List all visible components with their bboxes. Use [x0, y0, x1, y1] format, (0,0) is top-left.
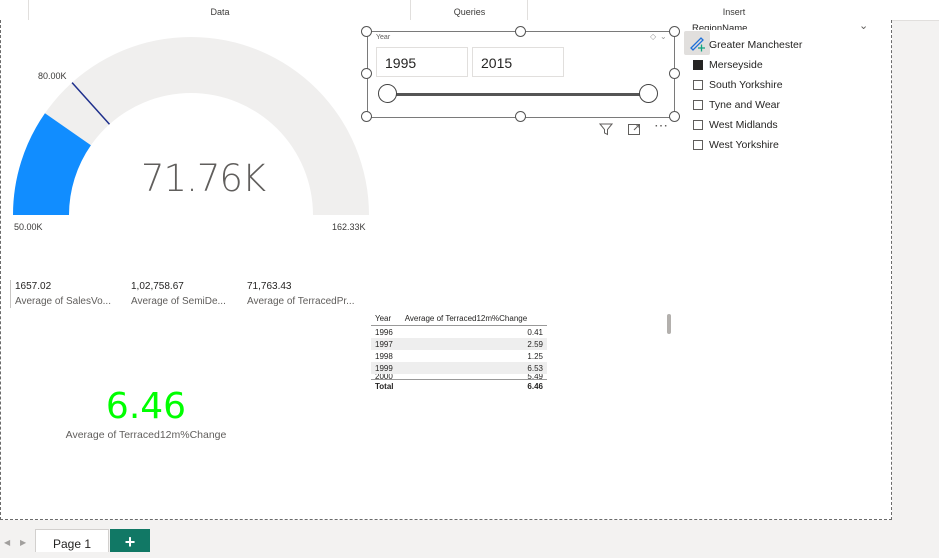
format-visual-button[interactable] [684, 31, 710, 55]
region-item-west-yorkshire[interactable]: West Yorkshire [693, 139, 779, 151]
checkbox[interactable] [693, 140, 703, 150]
card-label: Average of Terraced12m%Change [65, 429, 227, 441]
year-range-track[interactable] [386, 93, 650, 96]
resize-handle-bottom[interactable] [515, 111, 526, 122]
checkbox[interactable] [693, 100, 703, 110]
region-item-label: Greater Manchester [709, 39, 803, 51]
table-total-value: 6.46 [400, 379, 547, 392]
ribbon-group-data: Data [28, 0, 411, 20]
table-header-terraced-change[interactable]: Average of Terraced12m%Change [400, 312, 547, 326]
gauge-target-label: 80.00K [38, 71, 67, 81]
table-cell-year: 1996 [375, 327, 393, 337]
year-end-input[interactable]: 2015 [472, 47, 564, 77]
resize-handle-bottom-left[interactable] [361, 111, 372, 122]
table-cell-value: 6.53 [400, 362, 547, 374]
add-page-button[interactable]: + [110, 529, 150, 552]
gauge-visual[interactable] [1, 20, 381, 235]
page-tab-bar: ◀ ▶ Page 1 + [0, 526, 939, 552]
kpi-value-semidetached: 1,02,758.67 [131, 281, 184, 292]
table-row[interactable]: 1997 2.59 [371, 338, 547, 350]
checkbox-checked[interactable] [693, 60, 703, 70]
table-cell-value: 0.41 [527, 327, 543, 337]
scrollbar-thumb[interactable] [667, 314, 671, 334]
eraser-icon[interactable]: ◇ [650, 32, 656, 41]
kpi-value-terraced-price: 71,763.43 [247, 281, 292, 292]
gauge-min-label: 50.00K [14, 222, 43, 232]
table-header-year[interactable]: Year [371, 312, 401, 326]
kpi-label-salesvolume: Average of SalesVo... [15, 296, 111, 307]
table-cell-year: 1997 [371, 338, 401, 350]
table-row[interactable]: 1996 0.41 [371, 326, 547, 339]
ribbon-group-queries: Queries [410, 0, 528, 20]
region-chevron-down-icon[interactable]: ⌄ [859, 19, 868, 32]
gauge-max-label: 162.33K [332, 222, 366, 232]
card-accent-bar [10, 280, 11, 308]
table-cell-year: 1998 [375, 351, 393, 361]
table-cell-value: 2.59 [400, 338, 547, 350]
kpi-label-semidetached: Average of SemiDe... [131, 296, 226, 307]
more-options-icon[interactable]: ⋯ [654, 117, 669, 134]
table-header-row: Year Average of Terraced12m%Change [371, 312, 547, 326]
tab-prev-icon[interactable]: ◀ [4, 538, 10, 547]
resize-handle-right[interactable] [669, 68, 680, 79]
region-item-label: West Midlands [709, 119, 778, 131]
region-item-label: Merseyside [709, 59, 763, 71]
checkbox[interactable] [693, 80, 703, 90]
table-total-label: Total [371, 379, 401, 392]
resize-handle-top[interactable] [515, 26, 526, 37]
year-slicer[interactable]: Year ◇ ⌄ 1995 2015 [367, 31, 675, 118]
ribbon-group-insert: Insert [527, 0, 939, 20]
region-item-south-yorkshire[interactable]: South Yorkshire [693, 79, 783, 91]
table-cell-year: 1999 [371, 362, 401, 374]
region-item-label: Tyne and Wear [709, 99, 781, 111]
region-item-merseyside[interactable]: Merseyside [693, 59, 763, 71]
region-item-tyne-and-wear[interactable]: Tyne and Wear [693, 99, 780, 111]
year-end-thumb[interactable] [639, 84, 658, 103]
card-value: 6.46 [105, 386, 187, 427]
ribbon-bar: Data Queries Insert [0, 0, 939, 21]
year-change-table[interactable]: Year Average of Terraced12m%Change 1996 0… [371, 312, 547, 392]
tab-page-1[interactable]: Page 1 [35, 529, 109, 552]
resize-handle-top-left[interactable] [361, 26, 372, 37]
focus-mode-icon[interactable] [627, 122, 641, 136]
filter-icon[interactable] [599, 122, 613, 136]
gauge-value: 71.76K [141, 157, 266, 200]
table-total-row: Total 6.46 [371, 379, 547, 392]
table-cell-value: 1.25 [527, 351, 543, 361]
report-canvas: 71.76K 50.00K 162.33K 80.00K 1657.02 Ave… [0, 20, 892, 520]
table-row[interactable]: 1999 6.53 [371, 362, 547, 374]
tab-next-icon[interactable]: ▶ [20, 538, 26, 547]
table-row[interactable]: 1998 1.25 [371, 350, 547, 362]
year-start-thumb[interactable] [378, 84, 397, 103]
resize-handle-bottom-right[interactable] [669, 111, 680, 122]
region-item-label: South Yorkshire [709, 79, 783, 91]
resize-handle-top-right[interactable] [669, 26, 680, 37]
resize-handle-left[interactable] [361, 68, 372, 79]
kpi-value-salesvolume: 1657.02 [15, 281, 52, 292]
region-slicer-title: RegionName [692, 23, 748, 30]
region-item-west-midlands[interactable]: West Midlands [693, 119, 778, 131]
year-start-input[interactable]: 1995 [376, 47, 468, 77]
checkbox[interactable] [693, 120, 703, 130]
kpi-label-terraced-price: Average of TerracedPr... [247, 296, 355, 307]
year-slicer-title: Year [376, 34, 391, 41]
chevron-down-icon[interactable]: ⌄ [660, 32, 667, 41]
region-item-label: West Yorkshire [709, 139, 779, 151]
paint-brush-icon [690, 37, 705, 52]
region-item-greater-manchester[interactable]: Greater Manchester [709, 39, 802, 51]
